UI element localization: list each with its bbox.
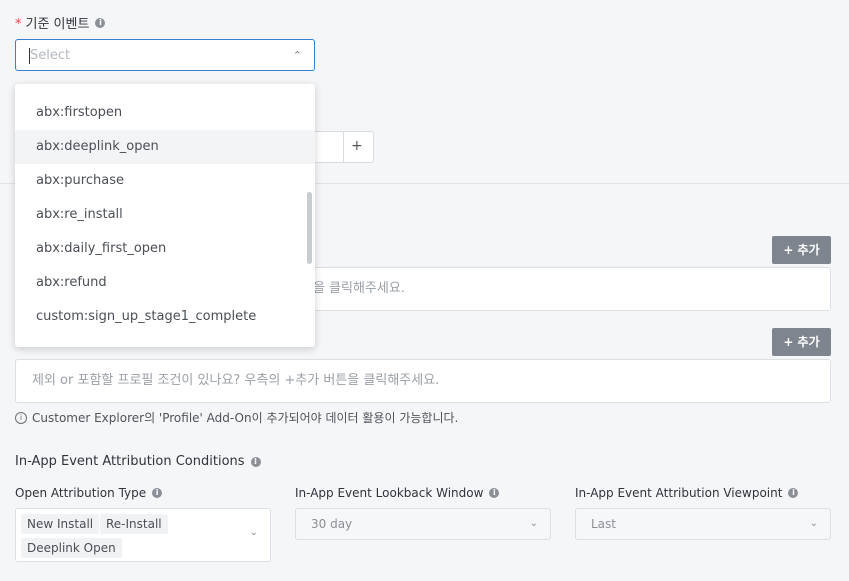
chevron-down-icon: ⌄ — [529, 518, 538, 529]
info-icon: i — [95, 17, 106, 28]
open-type-select[interactable]: New Install Re-Install Deeplink Open ⌄ — [15, 508, 271, 562]
lookback-value: 30 day — [311, 517, 353, 531]
dropdown-option[interactable]: abx:firstopen — [15, 96, 315, 130]
profile-condition-placeholder: 제외 or 포함할 프로필 조건이 있나요? 우측의 +추가 버튼을 클릭해주세… — [32, 373, 440, 388]
dropdown-option[interactable]: abx:purchase — [15, 164, 315, 198]
stepper-divider — [343, 132, 344, 162]
event-condition-placeholder: 튼을 클릭해주세요. — [301, 281, 405, 296]
plus-icon[interactable]: + — [351, 138, 363, 154]
viewpoint-value: Last — [591, 517, 616, 531]
required-mark: * — [15, 17, 22, 32]
select-placeholder: Select — [30, 48, 71, 63]
info-icon: i — [788, 488, 799, 498]
lookback-label: In-App Event Lookback Window i — [295, 486, 500, 500]
tag-new-install[interactable]: New Install — [21, 514, 100, 534]
dropdown-option-highlighted[interactable]: abx:deeplink_open — [15, 130, 315, 164]
dropdown-option[interactable]: abx:refund — [15, 266, 315, 300]
add-profile-condition-button[interactable]: + 추가 — [772, 328, 831, 356]
info-circle-icon: i — [15, 411, 27, 424]
in-app-title-text: In-App Event Attribution Conditions — [15, 454, 245, 469]
dropdown-scrollbar[interactable] — [307, 192, 312, 264]
base-event-select[interactable]: Select ⌃ — [15, 39, 315, 71]
add-event-condition-button[interactable]: + 추가 — [772, 236, 831, 264]
addon-note: i Customer Explorer의 'Profile' Add-On이 추… — [15, 409, 458, 426]
viewpoint-label-text: In-App Event Attribution Viewpoint — [575, 486, 783, 500]
open-type-label: Open Attribution Type i — [15, 486, 163, 500]
chevron-up-icon[interactable]: ⌃ — [293, 49, 302, 62]
viewpoint-select[interactable]: Last ⌄ — [575, 508, 831, 540]
event-condition-box[interactable]: 튼을 클릭해주세요. — [300, 267, 831, 311]
dropdown-option[interactable]: abx:daily_first_open — [15, 232, 315, 266]
dropdown-option[interactable]: abx:re_install — [15, 198, 315, 232]
count-stepper[interactable]: + — [314, 131, 374, 163]
info-icon: i — [152, 488, 163, 498]
info-icon: i — [489, 488, 500, 498]
in-app-section-title: In-App Event Attribution Conditions i — [15, 454, 261, 469]
base-event-label: * 기준 이벤트 i — [15, 13, 106, 32]
tag-deeplink-open[interactable]: Deeplink Open — [21, 538, 122, 558]
lookback-select[interactable]: 30 day ⌄ — [295, 508, 551, 540]
chevron-down-icon[interactable]: ⌄ — [250, 527, 258, 538]
lookback-label-text: In-App Event Lookback Window — [295, 486, 484, 500]
dropdown-option[interactable]: custom:sign_up_stage1_complete — [15, 300, 315, 334]
base-event-label-text: 기준 이벤트 — [25, 17, 90, 32]
info-icon: i — [250, 456, 261, 467]
addon-note-text: Customer Explorer의 'Profile' Add-On이 추가되… — [32, 411, 459, 425]
open-type-label-text: Open Attribution Type — [15, 486, 147, 500]
tag-re-install[interactable]: Re-Install — [100, 514, 168, 534]
chevron-down-icon: ⌄ — [809, 518, 818, 529]
profile-condition-box[interactable]: 제외 or 포함할 프로필 조건이 있나요? 우측의 +추가 버튼을 클릭해주세… — [15, 359, 831, 403]
viewpoint-label: In-App Event Attribution Viewpoint i — [575, 486, 799, 500]
base-event-dropdown[interactable]: abx:firstopen abx:deeplink_open abx:purc… — [15, 84, 315, 347]
